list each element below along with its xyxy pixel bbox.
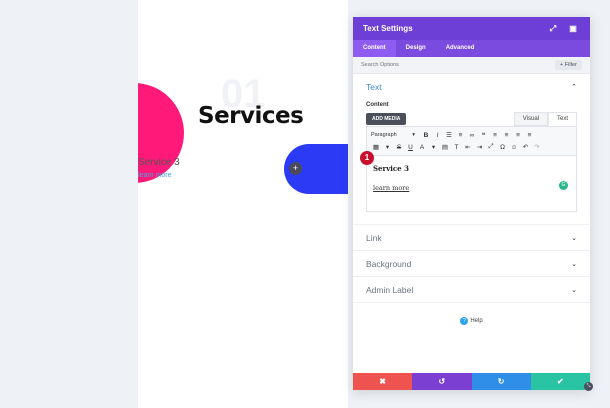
chevron-up-icon: ⌃ bbox=[571, 84, 577, 91]
admin-label-section-label: Admin Label bbox=[366, 284, 414, 295]
editor-bar: ADD MEDIA Visual Text bbox=[353, 112, 590, 126]
editor-learn-more-link: learn more bbox=[373, 184, 410, 192]
table-icon[interactable]: ▦ bbox=[371, 143, 381, 151]
color-caret-icon[interactable]: ▾ bbox=[429, 143, 439, 151]
align-center-icon[interactable]: ≡ bbox=[502, 132, 512, 139]
redo-button[interactable]: ↻ bbox=[471, 373, 531, 390]
services-heading: Services bbox=[198, 103, 304, 129]
bold-icon[interactable]: B bbox=[421, 132, 431, 139]
underline-icon[interactable]: U bbox=[406, 144, 416, 151]
paste-text-icon[interactable]: ▤ bbox=[440, 143, 450, 151]
add-module-button[interactable]: + bbox=[289, 162, 302, 175]
justify-icon[interactable]: ≡ bbox=[525, 132, 535, 139]
editor-service-text: Service 3 bbox=[373, 164, 409, 173]
numbered-list-icon[interactable]: ≡ bbox=[456, 132, 466, 139]
chevron-down-icon: ⌄ bbox=[571, 286, 577, 294]
table-caret-icon[interactable]: ▾ bbox=[383, 143, 393, 151]
filter-button[interactable]: + Filter bbox=[555, 60, 582, 70]
align-right-icon[interactable]: ≡ bbox=[513, 132, 523, 139]
link-icon[interactable]: ∞ bbox=[467, 132, 477, 139]
bullet-list-icon[interactable]: ☰ bbox=[444, 131, 454, 139]
clear-format-icon[interactable]: T bbox=[452, 144, 462, 151]
editor-toolbar: Paragraph ▾ B I ☰ ≡ ∞ ❝ ≡ ≡ ≡ ≡ ▦ ▾ S U bbox=[367, 127, 576, 156]
help-label: Help bbox=[470, 318, 483, 324]
panel-title: Text Settings bbox=[363, 24, 413, 33]
redo-icon[interactable]: ↷ bbox=[532, 143, 542, 151]
service-label: Service 3 bbox=[138, 157, 180, 168]
content-label: Content bbox=[366, 102, 389, 108]
background-section-label: Background bbox=[366, 258, 412, 269]
page-preview: 01 Services Service 3 learn more + bbox=[138, 0, 348, 408]
text-mode-tab[interactable]: Text bbox=[547, 112, 577, 126]
learn-more-link[interactable]: learn more bbox=[138, 172, 171, 179]
builder-stage: 01 Services Service 3 learn more + Text … bbox=[0, 0, 610, 408]
expand-icon[interactable]: ⤢ bbox=[546, 24, 560, 34]
special-char-icon[interactable]: Ω bbox=[498, 144, 508, 151]
indent-icon[interactable]: ⇥ bbox=[475, 143, 485, 151]
editor-body[interactable]: 1 Service 3 learn more G bbox=[360, 151, 576, 211]
save-button[interactable]: ✔ bbox=[530, 373, 590, 390]
text-settings-panel: Text Settings ⤢ ▣ Content Design Advance… bbox=[353, 17, 590, 390]
link-section-label: Link bbox=[366, 232, 382, 243]
rich-text-editor: Paragraph ▾ B I ☰ ≡ ∞ ❝ ≡ ≡ ≡ ≡ ▦ ▾ S U bbox=[360, 126, 577, 212]
grammar-check-icon[interactable]: G bbox=[559, 181, 568, 190]
italic-icon[interactable]: I bbox=[433, 132, 443, 139]
cancel-button[interactable]: ✖ bbox=[353, 373, 413, 390]
paragraph-select-label: Paragraph bbox=[371, 132, 397, 138]
panel-header: Text Settings ⤢ ▣ bbox=[353, 17, 590, 40]
quote-icon[interactable]: ❝ bbox=[479, 131, 489, 139]
help-icon: ? bbox=[460, 317, 469, 325]
visual-mode-tab[interactable]: Visual bbox=[513, 112, 548, 126]
background-section-toggle[interactable]: Background ⌄ bbox=[353, 251, 590, 277]
undo-button[interactable]: ↺ bbox=[412, 373, 472, 390]
outdent-icon[interactable]: ⇤ bbox=[463, 143, 473, 151]
add-media-button[interactable]: ADD MEDIA bbox=[366, 113, 407, 125]
tab-advanced[interactable]: Advanced bbox=[436, 40, 485, 57]
editor-mode-tabs: Visual Text bbox=[513, 112, 577, 126]
chevron-down-icon: ⌄ bbox=[571, 260, 577, 268]
sidebar-icon[interactable]: ▣ bbox=[566, 24, 580, 33]
resize-handle-icon[interactable]: ⤡ bbox=[584, 382, 593, 391]
search-row: + Filter bbox=[353, 57, 590, 74]
align-left-icon[interactable]: ≡ bbox=[490, 132, 500, 139]
tab-design[interactable]: Design bbox=[396, 40, 436, 57]
paragraph-select[interactable]: Paragraph ▾ bbox=[371, 132, 415, 138]
text-section-label: Text bbox=[366, 82, 382, 92]
strikethrough-icon[interactable]: S bbox=[394, 144, 404, 151]
search-options-input[interactable] bbox=[361, 62, 556, 68]
emoji-icon[interactable]: ☺ bbox=[509, 144, 519, 151]
tab-content[interactable]: Content bbox=[353, 40, 396, 57]
text-color-icon[interactable]: A bbox=[417, 144, 427, 151]
text-section-toggle[interactable]: Text ⌃ bbox=[353, 74, 590, 100]
panel-tabs: Content Design Advanced bbox=[353, 40, 590, 57]
fullscreen-icon[interactable]: ⤢ bbox=[486, 143, 496, 151]
divider bbox=[353, 212, 590, 225]
pink-circle-shape bbox=[138, 83, 184, 183]
help-link[interactable]: ? Help bbox=[353, 317, 590, 325]
chevron-down-icon: ⌄ bbox=[571, 234, 577, 242]
panel-footer: ✖ ↺ ↻ ✔ bbox=[353, 373, 590, 390]
admin-label-section-toggle[interactable]: Admin Label ⌄ bbox=[353, 277, 590, 303]
link-section-toggle[interactable]: Link ⌄ bbox=[353, 225, 590, 251]
step-badge: 1 bbox=[360, 151, 374, 165]
undo-icon[interactable]: ↶ bbox=[521, 143, 531, 151]
caret-icon: ▾ bbox=[412, 132, 415, 138]
